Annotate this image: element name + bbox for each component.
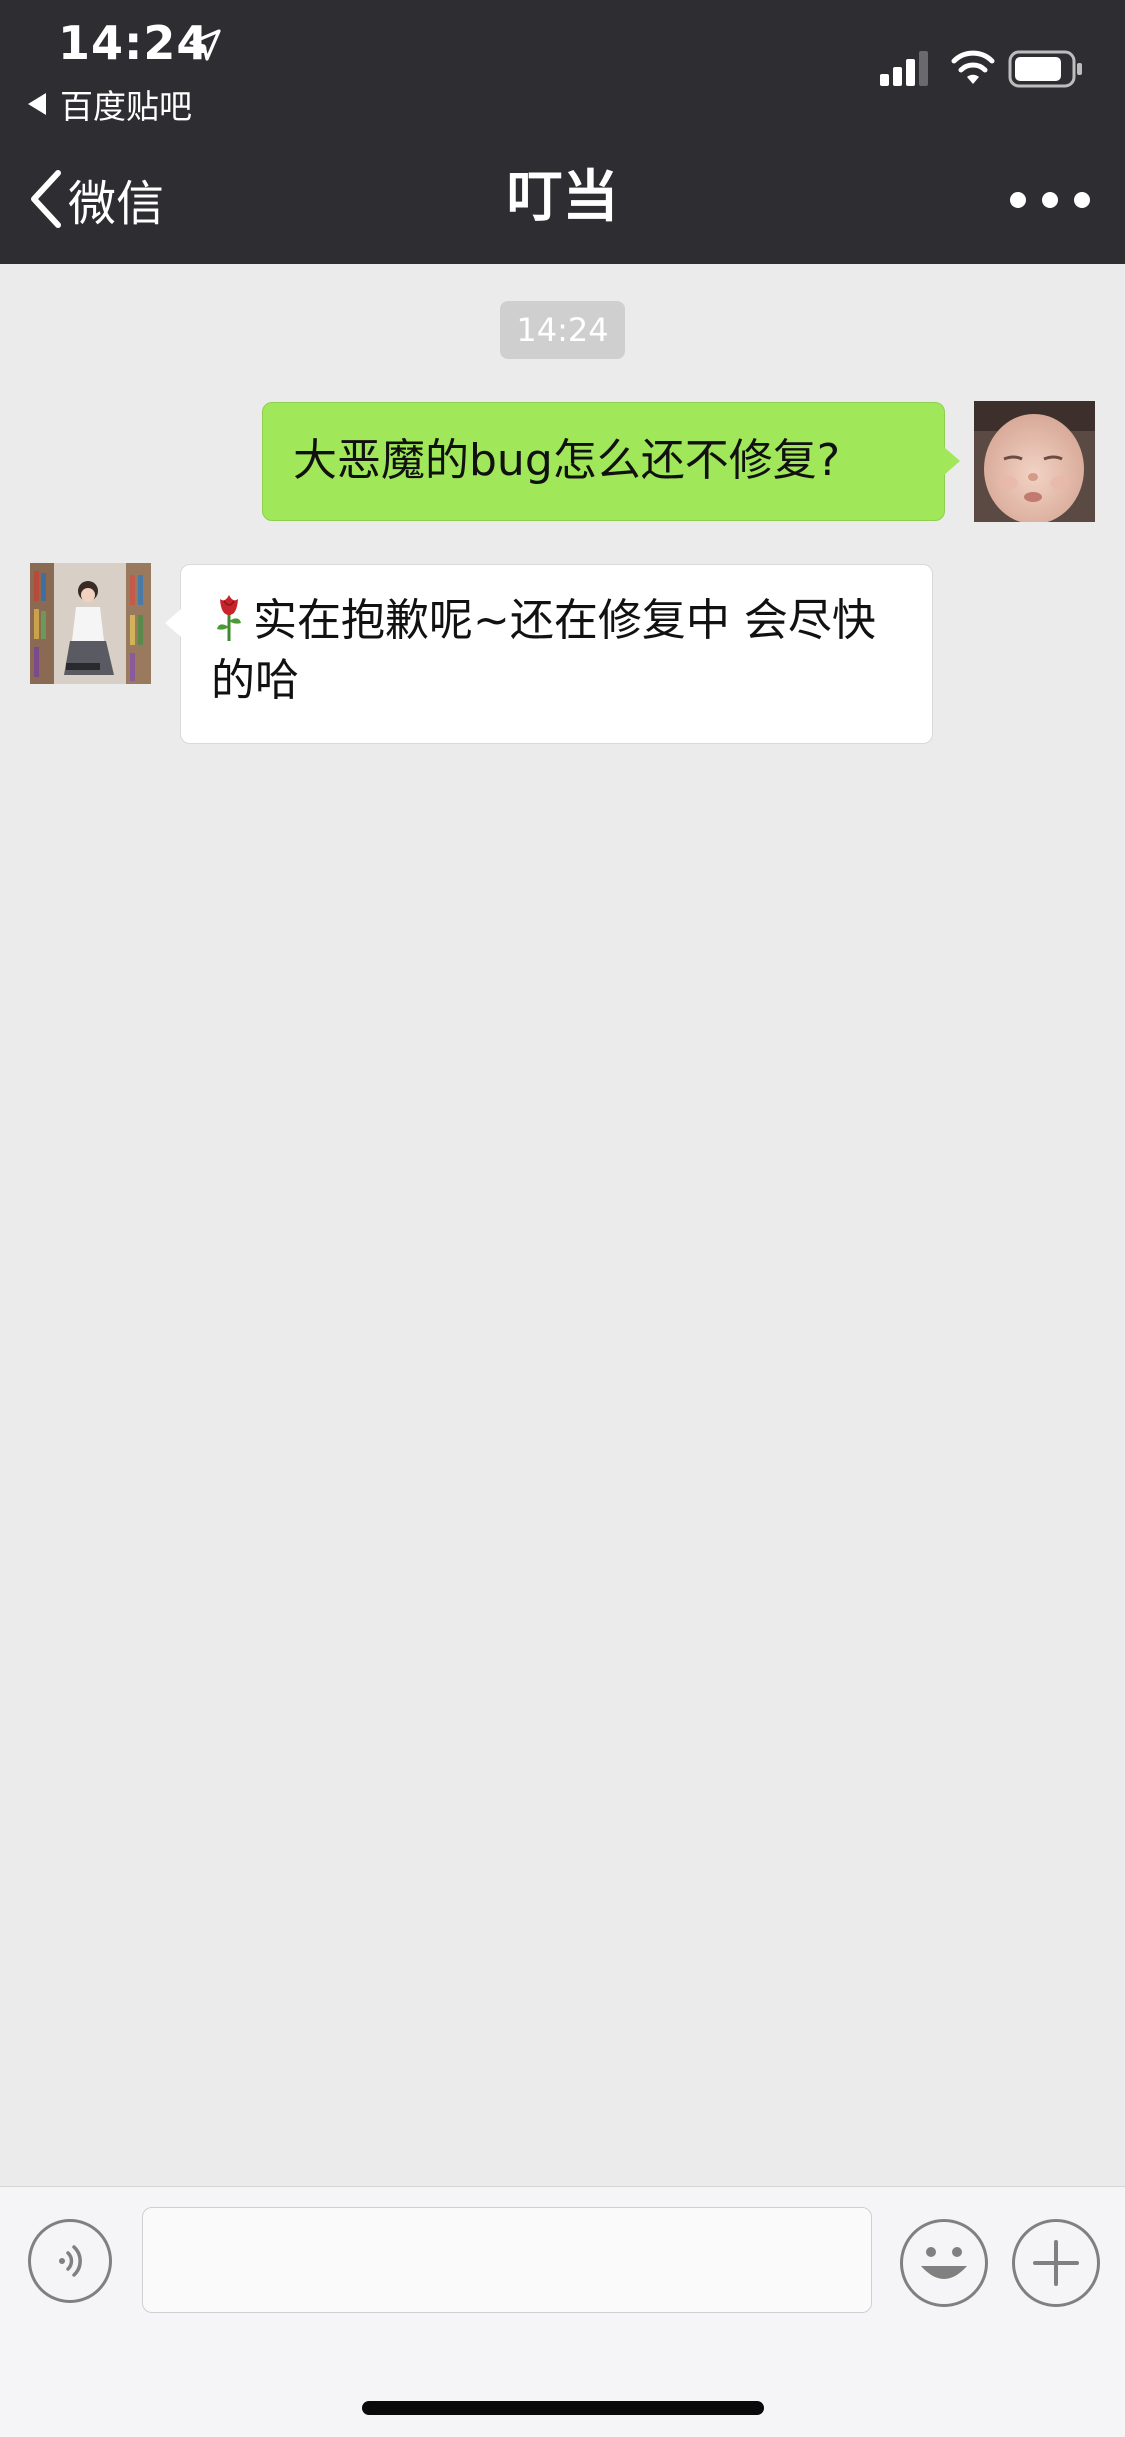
more-button[interactable] (1010, 172, 1090, 228)
input-bar (0, 2186, 1125, 2437)
location-arrow-icon (189, 29, 221, 61)
message-input[interactable] (142, 2207, 872, 2313)
status-time: 14:24 (58, 16, 210, 70)
message-timestamp: 14:24 (500, 301, 625, 359)
voice-button[interactable] (28, 2219, 112, 2303)
back-triangle-icon (28, 93, 46, 115)
contact-avatar[interactable] (30, 563, 151, 684)
plus-icon (1033, 2240, 1079, 2286)
back-to-app-button[interactable]: 百度贴吧 (28, 80, 192, 128)
received-message-bubble[interactable]: 实在抱歉呢~还在修复中 会尽快的哈 (165, 564, 933, 744)
rose-icon (217, 595, 241, 641)
wifi-icon (951, 50, 995, 84)
voice-icon (59, 2245, 82, 2277)
nav-back-label: 微信 (68, 176, 165, 232)
self-avatar[interactable] (974, 401, 1095, 522)
more-dots-icon (1010, 192, 1026, 208)
page-title: 叮当 (506, 165, 619, 230)
sent-message-bubble[interactable]: 大恶魔的bug怎么还不修复? (262, 402, 960, 521)
received-message-text: 实在抱歉呢~还在修复中 会尽快的哈 (211, 595, 876, 706)
cellular-signal-icon (880, 51, 928, 86)
baby-photo-avatar-image (974, 401, 1095, 522)
home-indicator[interactable] (362, 2401, 764, 2415)
emoji-icon (921, 2247, 967, 2279)
nav-back-button[interactable]: 微信 (28, 164, 164, 234)
library-photo-avatar-image (30, 563, 151, 684)
back-app-label: 百度贴吧 (60, 87, 192, 126)
emoji-button[interactable] (900, 2219, 988, 2307)
battery-icon (1008, 50, 1082, 88)
plus-button[interactable] (1012, 2219, 1100, 2307)
top-bar: 14:24 百度贴吧 微信 叮当 (0, 0, 1125, 264)
chevron-left-icon (31, 170, 61, 228)
sent-message-text: 大恶魔的bug怎么还不修复? (293, 435, 841, 486)
